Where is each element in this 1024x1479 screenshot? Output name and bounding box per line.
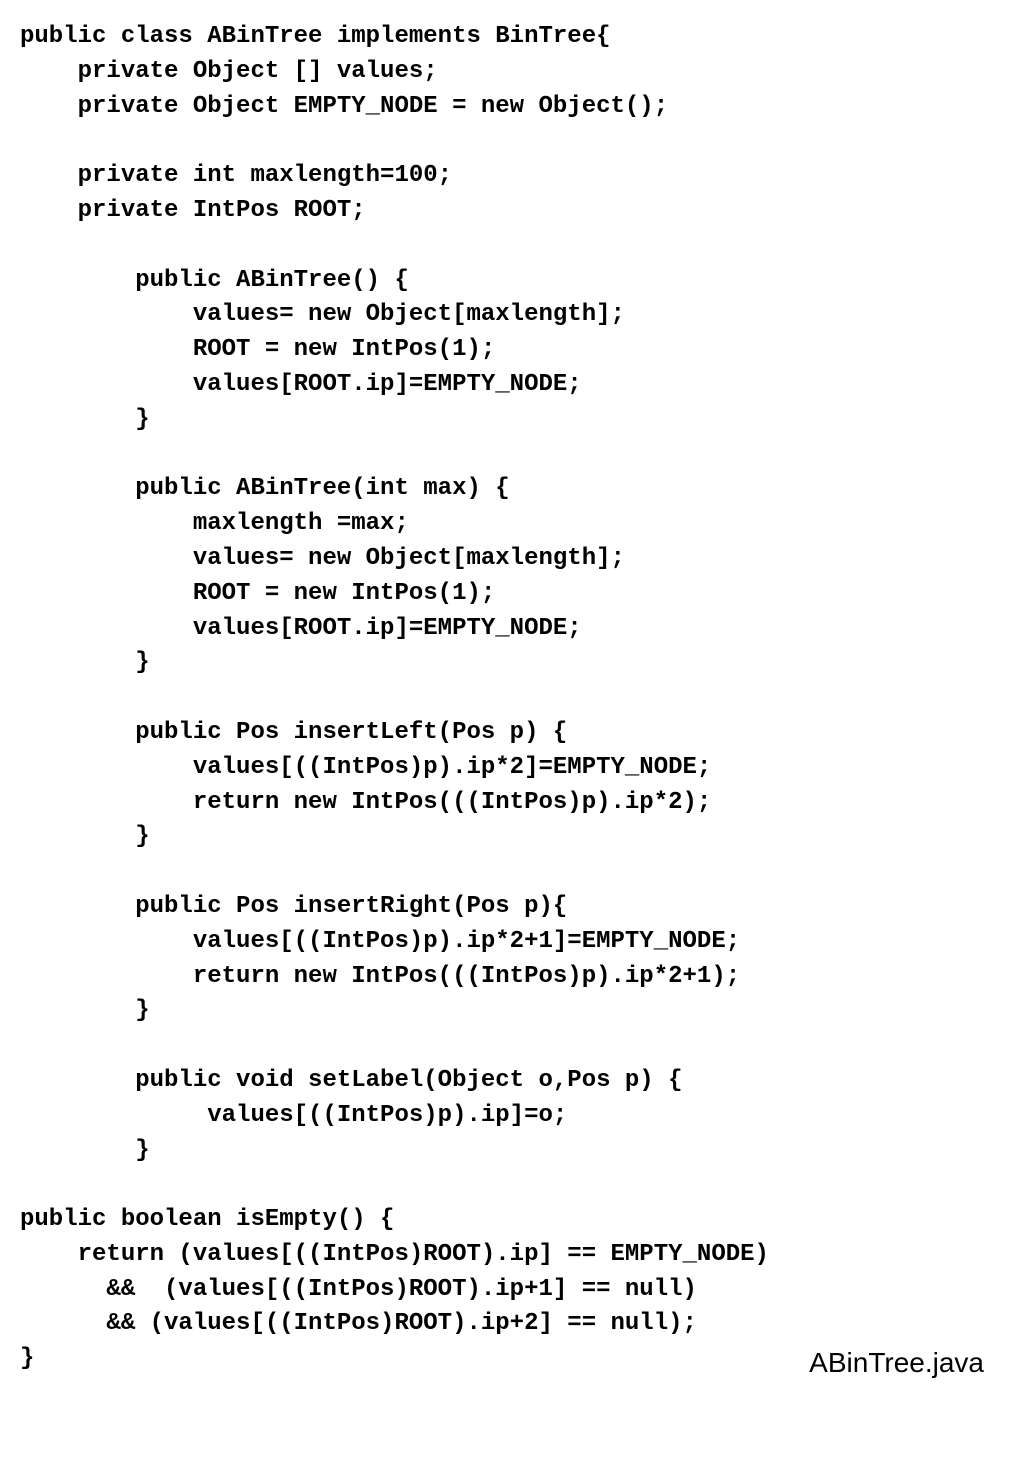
filename-label: ABinTree.java (20, 1343, 1004, 1384)
code-block: public class ABinTree implements BinTree… (20, 20, 1004, 1377)
